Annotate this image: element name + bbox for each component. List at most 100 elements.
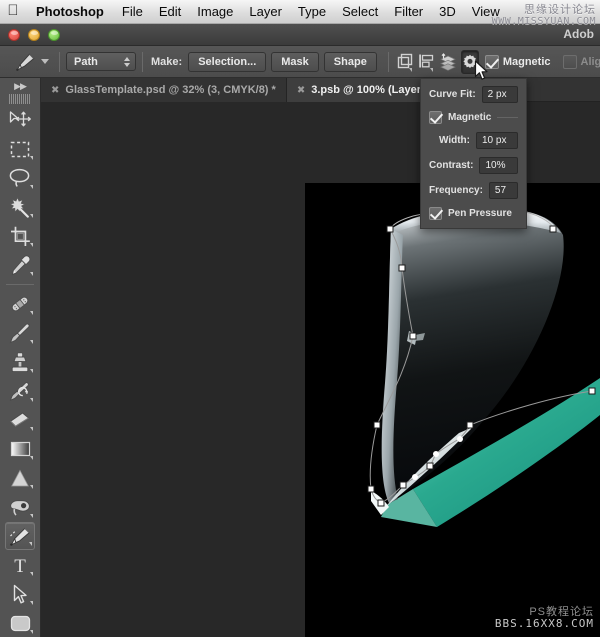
paintbrush-icon: [9, 322, 30, 343]
menu-file[interactable]: File: [114, 0, 151, 24]
menu-photoshop[interactable]: Photoshop: [26, 0, 114, 24]
zoom-window-button[interactable]: [48, 28, 60, 41]
lasso-flyout-icon: [30, 185, 33, 189]
frequency-input[interactable]: 57: [488, 182, 518, 199]
eraser-icon: [9, 412, 30, 427]
app-title-text: Adob: [563, 27, 594, 41]
window-controls: [0, 28, 60, 41]
healing-brush-tool[interactable]: [5, 290, 35, 318]
tools-divider-1: [6, 284, 34, 285]
rectangle-flyout-icon: [30, 630, 33, 634]
app-title-bar: Adob: [0, 24, 600, 46]
rectangle-tool[interactable]: [5, 609, 35, 637]
eraser-tool[interactable]: [5, 406, 35, 434]
make-shape-button[interactable]: Shape: [323, 51, 377, 72]
menu-type[interactable]: Type: [290, 0, 334, 24]
path-alignment-chevron-icon: [429, 67, 433, 72]
healing-brush-flyout-icon: [30, 311, 33, 315]
history-brush-flyout-icon: [30, 398, 33, 402]
photoshop-window:  Photoshop File Edit Image Layer Type S…: [0, 0, 600, 637]
dodge-icon: [10, 499, 30, 516]
close-window-button[interactable]: [8, 28, 20, 41]
gradient-tool[interactable]: [5, 435, 35, 463]
contrast-label: Contrast:: [429, 160, 474, 171]
menu-filter[interactable]: Filter: [386, 0, 431, 24]
artwork-with-path: [305, 183, 600, 637]
flyout-divider: [497, 117, 518, 118]
document-canvas[interactable]: [305, 183, 600, 637]
magnetic-label: Magnetic: [502, 55, 551, 68]
pen-tool[interactable]: [5, 522, 35, 550]
lasso-tool[interactable]: [5, 164, 35, 192]
history-brush-tool[interactable]: [5, 377, 35, 405]
gradient-icon: [10, 441, 30, 457]
current-tool-preset-picker[interactable]: [9, 51, 53, 73]
magic-wand-flyout-icon: [30, 214, 33, 218]
width-row: Width: 10 px: [429, 132, 518, 149]
menu-select[interactable]: Select: [334, 0, 386, 24]
clone-stamp-tool[interactable]: [5, 348, 35, 376]
menu-edit[interactable]: Edit: [151, 0, 189, 24]
eyedropper-tool[interactable]: [5, 251, 35, 279]
width-label: Width:: [438, 135, 470, 146]
blur-droplet-icon: [11, 469, 29, 486]
path-arrangement-button[interactable]: [439, 50, 457, 74]
flyout-magnetic-checkbox[interactable]: [429, 111, 442, 124]
path-selection-tool[interactable]: [5, 580, 35, 608]
tools-panel: ▶▶ T: [0, 78, 41, 637]
dodge-tool[interactable]: [5, 493, 35, 521]
magic-wand-icon: [9, 196, 29, 218]
pen-pressure-checkbox[interactable]: [429, 207, 442, 220]
type-tool[interactable]: T: [5, 551, 35, 579]
document-tab-glasstemplate[interactable]: ✖ GlassTemplate.psd @ 32% (3, CMYK/8) *: [41, 78, 287, 102]
magic-wand-tool[interactable]: [5, 193, 35, 221]
gradient-flyout-icon: [30, 456, 33, 460]
blur-flyout-icon: [30, 485, 33, 489]
align-edges-option[interactable]: Align E: [562, 54, 600, 69]
width-input[interactable]: 10 px: [476, 132, 518, 149]
minimize-window-button[interactable]: [28, 28, 40, 41]
curve-fit-input[interactable]: 2 px: [481, 86, 518, 103]
menu-view[interactable]: View: [464, 0, 508, 24]
options-separator-1: [59, 51, 60, 72]
menu-layer[interactable]: Layer: [241, 0, 290, 24]
path-arrangement-icon: [439, 52, 456, 71]
move-tool[interactable]: [5, 106, 35, 134]
flyout-magnetic-row[interactable]: Magnetic: [429, 111, 518, 124]
marquee-flyout-icon: [30, 156, 33, 160]
blur-tool[interactable]: [5, 464, 35, 492]
tools-panel-grip[interactable]: [9, 94, 31, 104]
pen-flyout-icon: [29, 542, 32, 546]
pen-pressure-row[interactable]: Pen Pressure: [429, 207, 518, 220]
path-operations-chevron-icon: [408, 67, 412, 72]
apple-logo-icon[interactable]: : [0, 3, 26, 20]
menu-image[interactable]: Image: [189, 0, 241, 24]
menu-3d[interactable]: 3D: [431, 0, 464, 24]
crop-tool[interactable]: [5, 222, 35, 250]
marquee-tool[interactable]: [5, 135, 35, 163]
tools-list: T: [0, 106, 40, 637]
clone-stamp-icon: [11, 351, 29, 372]
crop-flyout-icon: [30, 243, 33, 247]
brush-flyout-icon: [30, 340, 33, 344]
rectangular-marquee-icon: [10, 141, 30, 157]
gear-icon: [463, 54, 477, 68]
path-alignment-button[interactable]: [418, 50, 435, 74]
align-edges-checkbox[interactable]: [562, 54, 577, 69]
brush-tool[interactable]: [5, 319, 35, 347]
clone-stamp-flyout-icon: [30, 369, 33, 373]
frequency-label: Frequency:: [429, 185, 483, 196]
path-selection-arrow-icon: [13, 584, 27, 603]
make-mask-button[interactable]: Mask: [271, 51, 319, 72]
make-selection-button[interactable]: Selection...: [188, 51, 267, 72]
tools-collapse-button[interactable]: ▶▶: [0, 78, 40, 94]
magnetic-option[interactable]: Magnetic: [484, 54, 551, 69]
document-tab-label: 3.psb @ 100% (Layer 1,: [311, 84, 434, 96]
magnetic-checkbox[interactable]: [484, 54, 499, 69]
close-tab-icon[interactable]: ✖: [51, 85, 59, 96]
close-tab-icon[interactable]: ✖: [297, 85, 305, 96]
path-mode-select[interactable]: Path: [66, 52, 136, 71]
contrast-input[interactable]: 10%: [479, 157, 518, 174]
path-operations-button[interactable]: [397, 50, 414, 74]
geometry-options-button[interactable]: [460, 49, 479, 74]
